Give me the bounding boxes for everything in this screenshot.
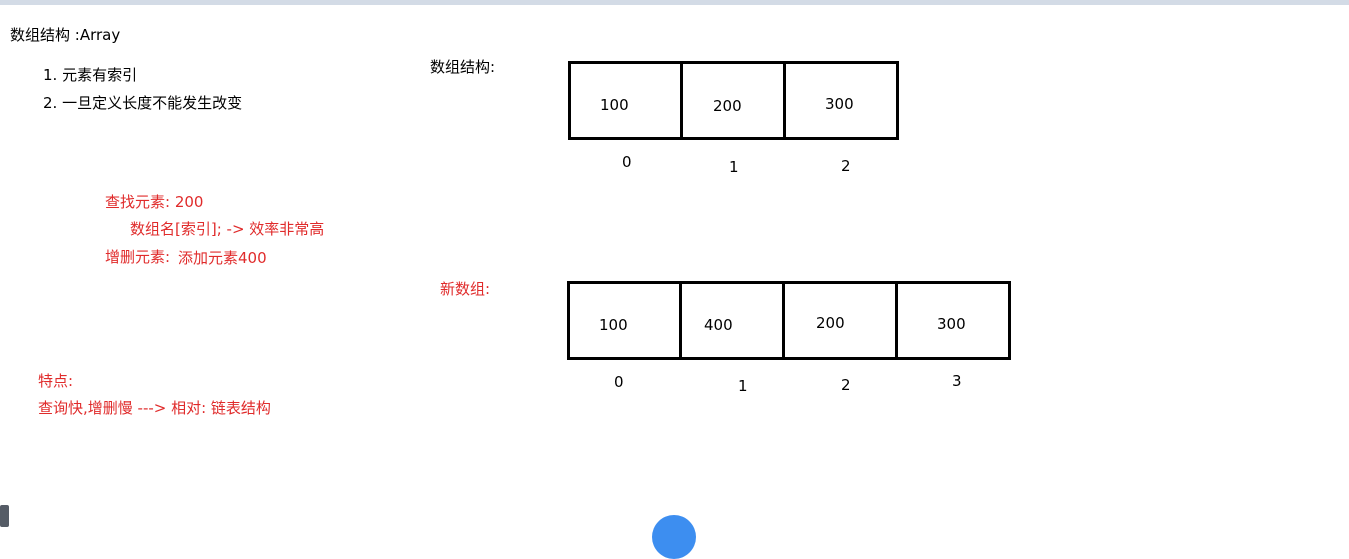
array-value: 300 (825, 95, 854, 113)
top-border (0, 0, 1349, 5)
new-array-cell (682, 284, 785, 357)
new-array-index: 1 (738, 377, 748, 395)
array-index: 2 (841, 157, 851, 175)
array-index: 1 (729, 158, 739, 176)
lookup-line: 查找元素: 200 (105, 193, 204, 211)
add-remove-label: 增删元素: (105, 248, 171, 266)
new-array-index: 0 (614, 373, 624, 391)
array-value: 200 (713, 97, 742, 115)
scrollbar-handle[interactable] (0, 505, 9, 527)
array-value: 100 (600, 96, 629, 114)
features-summary: 查询快,增删慢 ---> 相对: 链表结构 (38, 399, 271, 417)
new-array-value: 100 (599, 316, 628, 334)
new-array-value: 400 (704, 316, 733, 334)
page-title: 数组结构 :Array (10, 26, 121, 44)
array-index: 0 (622, 153, 632, 171)
feature-item-2: 2. 一旦定义长度不能发生改变 (43, 94, 243, 112)
new-array-value: 300 (937, 315, 966, 333)
new-array-index: 3 (952, 372, 962, 390)
array-label: 数组结构: (430, 58, 496, 76)
add-remove-value: 添加元素400 (178, 249, 267, 267)
new-array-index: 2 (841, 376, 851, 394)
features-label: 特点: (38, 372, 74, 390)
new-array-label: 新数组: (440, 280, 491, 298)
feature-item-1: 1. 元素有索引 (43, 66, 138, 84)
feature-list: 1. 元素有索引 2. 一旦定义长度不能发生改变 (43, 64, 242, 120)
new-array-value: 200 (816, 314, 845, 332)
index-access-line: 数组名[索引]; -> 效率非常高 (130, 220, 325, 238)
floating-action-button[interactable] (652, 515, 696, 559)
